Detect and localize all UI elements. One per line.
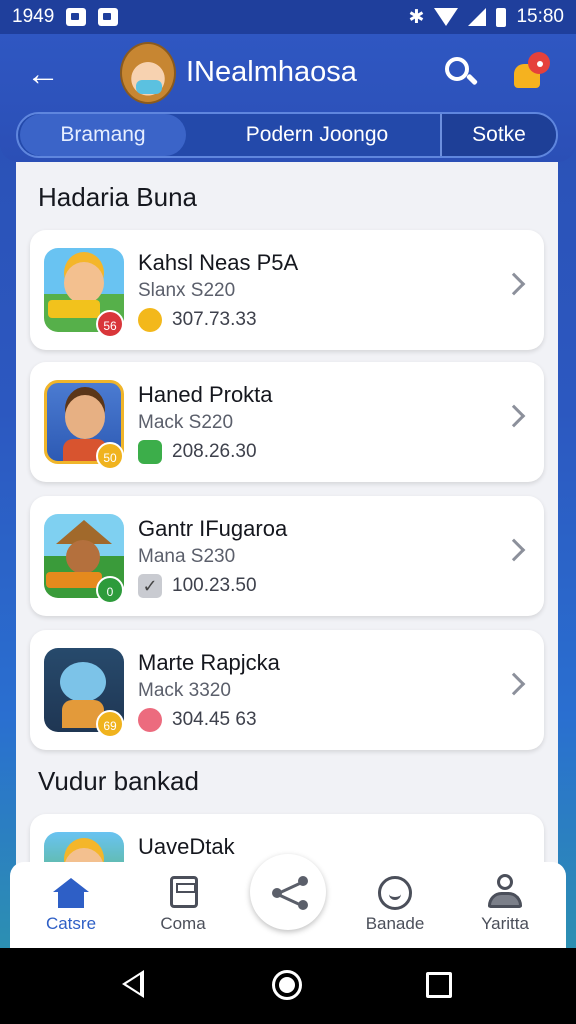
item-value: 304.45 63 — [172, 709, 257, 730]
item-subtitle: Slanx S220 — [138, 280, 236, 301]
item-name: Kahsl Neas P5A — [138, 250, 299, 275]
search-icon[interactable] — [442, 54, 479, 90]
nav-rank[interactable]: Banade — [340, 862, 450, 948]
item-name: UaveDtak — [138, 834, 235, 859]
item-value: 208.26.30 — [172, 441, 257, 462]
chevron-right-icon — [502, 404, 526, 428]
chevron-right-icon — [502, 538, 526, 562]
system-home-icon[interactable] — [272, 970, 302, 1000]
nav-label: Yaritta — [481, 914, 529, 933]
level-badge: 69 — [96, 710, 124, 738]
chevron-right-icon — [502, 672, 526, 696]
system-back-icon[interactable] — [122, 970, 144, 998]
tab-podern-joongo[interactable]: Podern Joongo — [194, 114, 440, 156]
status-time-left: 1949 — [12, 6, 55, 27]
item-name: Marte Rapjcka — [138, 650, 280, 675]
item-subtitle: Mack 3320 — [138, 680, 231, 701]
system-recents-icon[interactable] — [426, 972, 452, 998]
nav-home[interactable]: Catsre — [16, 862, 126, 948]
item-value: 100.23.50 — [172, 575, 257, 596]
tab-sotke[interactable]: Sotke — [440, 114, 556, 156]
share-button[interactable] — [250, 854, 326, 930]
status-time-right: 15:80 — [516, 6, 564, 27]
level-badge: 50 — [96, 442, 124, 470]
list-item[interactable]: 69 Marte Rapjcka Mack 3320 304.45 63 — [30, 630, 544, 750]
list-item[interactable]: 50 Haned Prokta Mack S220 208.26.30 — [30, 362, 544, 482]
avatar[interactable] — [120, 42, 176, 104]
app-title: INealmhaosa — [186, 56, 357, 88]
level-badge: 0 — [96, 576, 124, 604]
rank-icon — [378, 876, 412, 910]
system-nav-bar — [0, 948, 576, 1024]
item-subtitle: Mana S230 — [138, 546, 236, 567]
item-value: 307.73.33 — [172, 309, 257, 330]
signal-icon — [468, 8, 487, 26]
nav-label: Coma — [160, 914, 206, 933]
tab-bar: Bramang Podern Joongo Sotke — [16, 112, 558, 158]
home-icon — [53, 878, 89, 908]
check-icon: ✓ — [138, 574, 162, 598]
list-item[interactable]: 0 Gantr IFugaroa Mana S230 ✓ 100.23.50 — [30, 496, 544, 616]
item-subtitle: Mack S220 — [138, 412, 234, 433]
notification-icon — [98, 8, 119, 26]
games-icon — [170, 876, 198, 908]
nav-profile[interactable]: Yaritta — [450, 862, 560, 948]
level-badge: 56 — [96, 310, 124, 338]
item-name: Gantr IFugaroa — [138, 516, 288, 541]
status-bar: 1949 ✱ 15:80 — [0, 0, 576, 34]
wifi-icon — [434, 8, 459, 26]
profile-icon — [488, 874, 522, 910]
share-icon — [298, 876, 308, 886]
section-title: Hadaria Buna — [38, 182, 197, 212]
nav-label: Catsre — [45, 914, 97, 933]
coin-icon — [138, 308, 162, 332]
list-item[interactable]: 56 Kahsl Neas P5A Slanx S220 307.73.33 — [30, 230, 544, 350]
chevron-right-icon — [502, 272, 526, 296]
heart-icon — [138, 708, 162, 732]
section-title: Vudur bankad — [38, 766, 199, 796]
bluetooth-icon: ✱ — [408, 6, 425, 28]
nav-games[interactable]: Coma — [128, 862, 238, 948]
tab-bramang[interactable]: Bramang — [20, 114, 186, 156]
notification-icon — [66, 8, 87, 26]
battery-icon — [496, 7, 507, 27]
back-arrow-icon[interactable]: ← — [26, 54, 66, 94]
item-name: Haned Prokta — [138, 382, 273, 407]
gem-icon — [138, 440, 162, 464]
content-panel: Hadaria Buna 56 Kahsl Neas P5A Slanx S22… — [16, 162, 558, 916]
app-header: ← INealmhaosa Bramang Podern Joongo Sotk… — [0, 34, 576, 162]
notification-bell-icon[interactable] — [512, 52, 554, 92]
nav-label: Banade — [365, 914, 425, 933]
